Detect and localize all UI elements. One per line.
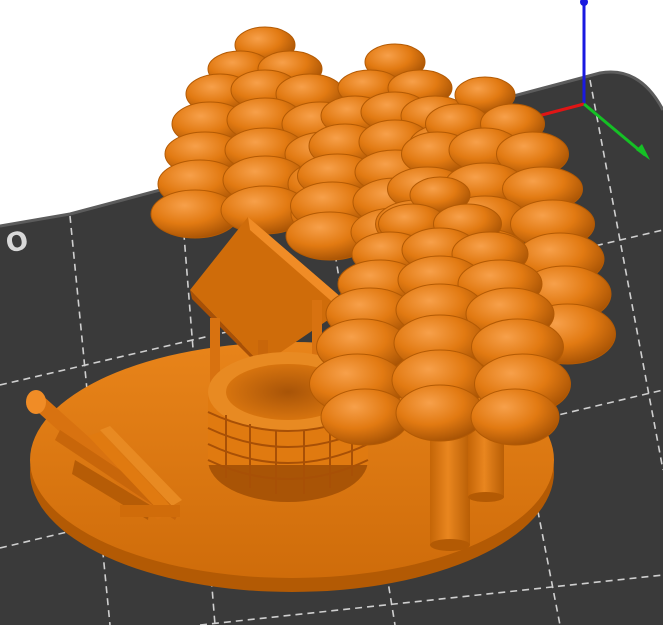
- build-plate-scene[interactable]: O: [0, 0, 663, 625]
- canopy-puff: [470, 388, 560, 446]
- z-axis-handle: [580, 0, 588, 6]
- canopy-puff: [395, 384, 485, 442]
- canopy-puff: [320, 388, 410, 446]
- 3d-viewport[interactable]: O: [0, 0, 663, 625]
